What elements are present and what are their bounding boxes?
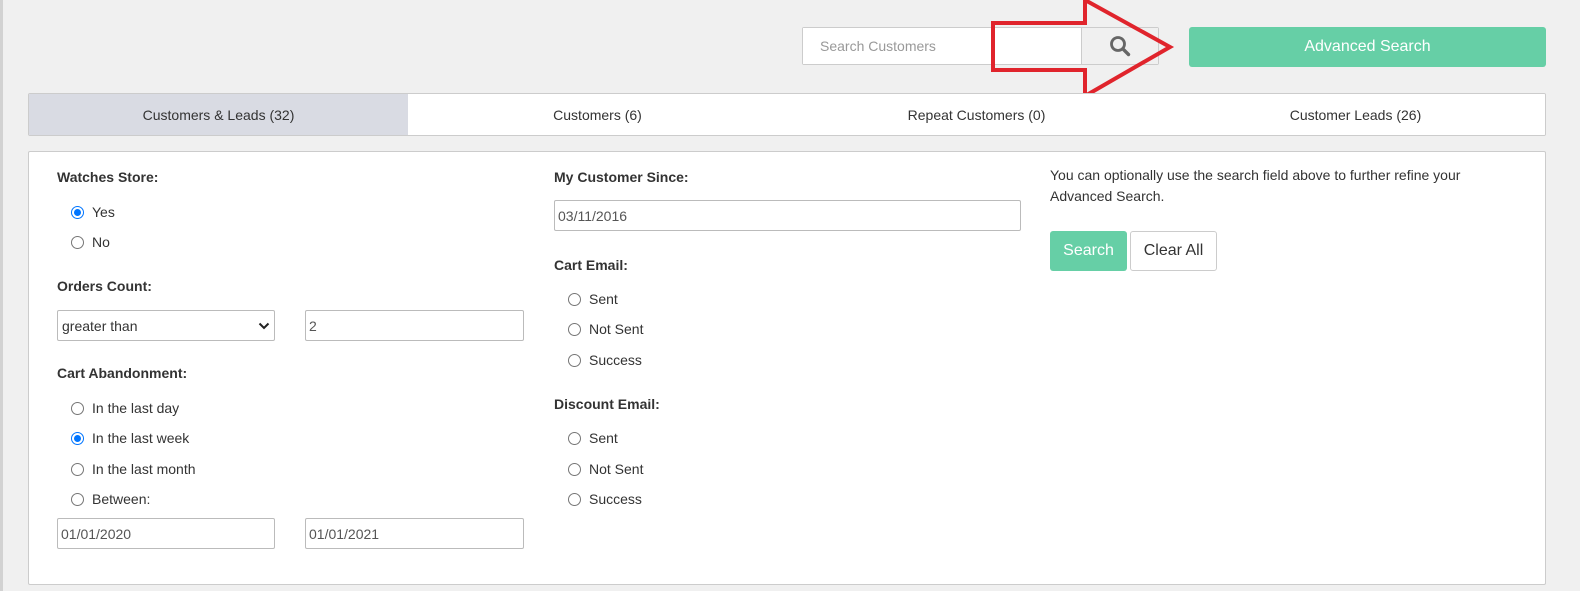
discount-email-sent-option[interactable]: Sent	[568, 428, 618, 448]
search-input[interactable]	[803, 28, 1081, 64]
advanced-search-help-text: You can optionally use the search field …	[1050, 167, 1461, 204]
select-value: greater than	[62, 317, 138, 334]
abandon-last-month-option[interactable]: In the last month	[71, 459, 196, 479]
abandon-between-option[interactable]: Between:	[71, 489, 150, 509]
abandon-last-week-option[interactable]: In the last week	[71, 428, 189, 448]
radio-icon[interactable]	[71, 492, 84, 506]
tab-customers[interactable]: Customers (6)	[408, 94, 787, 135]
magnifier-icon	[1110, 36, 1131, 57]
option-label: Yes	[92, 204, 115, 220]
discount-email-label: Discount Email:	[554, 396, 660, 412]
discount-email-success-option[interactable]: Success	[568, 489, 642, 509]
cart-email-label: Cart Email:	[554, 257, 628, 273]
radio-icon[interactable]	[71, 462, 84, 476]
abandon-last-day-option[interactable]: In the last day	[71, 398, 179, 418]
discount-email-not-sent-option[interactable]: Not Sent	[568, 459, 643, 479]
radio-checked-icon[interactable]	[71, 205, 84, 219]
clear-all-button[interactable]: Clear All	[1130, 231, 1217, 271]
radio-icon[interactable]	[568, 292, 581, 306]
abandon-to-date-input[interactable]	[305, 518, 524, 549]
watches-store-label: Watches Store:	[57, 169, 159, 185]
watches-store-yes-option[interactable]: Yes	[71, 202, 115, 222]
option-label: Success	[589, 352, 642, 368]
customer-tabs: Customers & Leads (32) Customers (6) Rep…	[28, 93, 1546, 136]
radio-icon[interactable]	[568, 353, 581, 367]
watches-store-no-option[interactable]: No	[71, 232, 110, 252]
search-submit-button[interactable]	[1081, 28, 1158, 64]
orders-count-operator-select[interactable]: greater than	[57, 310, 275, 341]
search-group	[802, 27, 1159, 65]
tab-customer-leads[interactable]: Customer Leads (26)	[1166, 94, 1545, 135]
option-label: Not Sent	[589, 321, 644, 337]
advanced-search-panel: Watches Store: Yes No Orders Count: grea…	[28, 151, 1546, 585]
advanced-search-button[interactable]: Advanced Search	[1189, 27, 1546, 67]
option-label: Success	[589, 491, 642, 507]
customer-since-label: My Customer Since:	[554, 169, 689, 185]
abandon-from-date-input[interactable]	[57, 518, 275, 549]
radio-checked-icon[interactable]	[71, 431, 84, 445]
option-label: Not Sent	[589, 461, 644, 477]
window-edge	[0, 0, 3, 591]
radio-icon[interactable]	[568, 322, 581, 336]
cart-email-not-sent-option[interactable]: Not Sent	[568, 319, 643, 339]
cart-abandonment-label: Cart Abandonment:	[57, 365, 188, 381]
option-label: Between:	[92, 491, 151, 507]
option-label: In the last month	[92, 461, 196, 477]
radio-icon[interactable]	[568, 462, 581, 476]
orders-count-input[interactable]	[305, 310, 524, 341]
tab-repeat-customers[interactable]: Repeat Customers (0)	[787, 94, 1166, 135]
radio-icon[interactable]	[568, 431, 581, 445]
customer-since-date-input[interactable]	[554, 200, 1021, 231]
chevron-down-icon	[258, 322, 270, 329]
cart-email-sent-option[interactable]: Sent	[568, 289, 618, 309]
radio-icon[interactable]	[71, 401, 84, 415]
option-label: In the last day	[92, 400, 180, 416]
radio-icon[interactable]	[568, 492, 581, 506]
option-label: Sent	[589, 291, 618, 307]
option-label: No	[92, 234, 110, 250]
search-button[interactable]: Search	[1050, 231, 1127, 271]
tab-customers-leads[interactable]: Customers & Leads (32)	[29, 94, 408, 135]
cart-email-success-option[interactable]: Success	[568, 350, 642, 370]
radio-icon[interactable]	[71, 235, 84, 249]
orders-count-label: Orders Count:	[57, 278, 152, 294]
option-label: In the last week	[92, 430, 190, 446]
option-label: Sent	[589, 430, 618, 446]
